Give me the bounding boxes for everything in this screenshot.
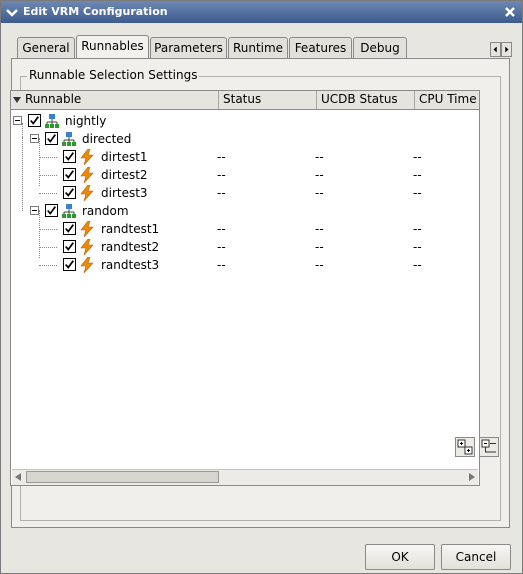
- expand-all-icon: [457, 439, 473, 455]
- checkbox-checked-icon[interactable]: [63, 258, 76, 271]
- lightning-icon: [80, 221, 94, 237]
- checkbox-checked-icon[interactable]: [63, 222, 76, 235]
- table-row[interactable]: directed: [11, 130, 479, 148]
- dialog-window: Edit VRM Configuration General Runnables…: [0, 0, 523, 574]
- cpu-time-cell: --: [413, 258, 422, 272]
- collapse-toggle[interactable]: [30, 134, 39, 143]
- scrollbar-thumb[interactable]: [26, 471, 219, 483]
- status-cell: --: [217, 240, 226, 254]
- lightning-icon: [80, 239, 94, 255]
- column-header-cpu-time[interactable]: CPU Time: [415, 91, 479, 109]
- cpu-time-cell: --: [413, 186, 422, 200]
- sort-arrow-icon[interactable]: [13, 96, 21, 104]
- table-row[interactable]: nightly: [11, 112, 479, 130]
- column-header-runnable[interactable]: Runnable: [11, 91, 219, 109]
- runnable-name: dirtest3: [101, 186, 148, 200]
- runnable-name: directed: [82, 132, 132, 146]
- cpu-time-cell: --: [413, 168, 422, 182]
- cancel-button[interactable]: Cancel: [441, 544, 511, 570]
- collapse-all-icon: [481, 439, 496, 453]
- checkbox-checked-icon[interactable]: [63, 168, 76, 181]
- cpu-time-cell: --: [413, 240, 422, 254]
- table-header: Runnable Status UCDB Status CPU Time: [11, 91, 479, 110]
- scroll-right-icon[interactable]: [465, 471, 478, 483]
- checkbox-checked-icon[interactable]: [63, 240, 76, 253]
- tab-debug-label: Debug: [360, 41, 400, 55]
- tab-scroll-left-icon[interactable]: [490, 42, 501, 57]
- table-row[interactable]: randtest2 -- -- --: [11, 238, 479, 256]
- table-row[interactable]: randtest3 -- -- --: [11, 256, 479, 274]
- tab-general[interactable]: General: [17, 37, 75, 58]
- status-cell: --: [217, 258, 226, 272]
- hierarchy-icon: [62, 204, 76, 218]
- hierarchy-icon: [62, 132, 76, 146]
- ucdb-status-cell: --: [315, 222, 324, 236]
- runnable-name: random: [82, 204, 129, 218]
- tab-features[interactable]: Features: [289, 37, 352, 58]
- table-row[interactable]: dirtest1 -- -- --: [11, 148, 479, 166]
- column-header-status[interactable]: Status: [219, 91, 317, 109]
- column-label: Status: [223, 92, 262, 106]
- runnable-name: randtest2: [101, 240, 160, 254]
- runnable-name: dirtest1: [101, 150, 148, 164]
- status-cell: --: [217, 168, 226, 182]
- tab-runtime-label: Runtime: [232, 41, 284, 55]
- checkbox-checked-icon[interactable]: [45, 132, 58, 145]
- table-row[interactable]: random: [11, 202, 479, 220]
- window-title: Edit VRM Configuration: [23, 5, 168, 18]
- table-row[interactable]: randtest1 -- -- --: [11, 220, 479, 238]
- lightning-icon: [80, 167, 94, 183]
- hierarchy-icon: [45, 114, 59, 128]
- status-cell: --: [217, 186, 226, 200]
- column-label: CPU Time: [419, 92, 477, 106]
- scroll-left-icon[interactable]: [12, 471, 25, 483]
- table-row[interactable]: dirtest2 -- -- --: [11, 166, 479, 184]
- ok-button[interactable]: OK: [365, 544, 435, 570]
- tab-features-label: Features: [294, 41, 347, 55]
- cpu-time-cell: --: [413, 222, 422, 236]
- tab-parameters[interactable]: Parameters: [150, 37, 227, 58]
- runnable-name: dirtest2: [101, 168, 148, 182]
- checkbox-checked-icon[interactable]: [45, 204, 58, 217]
- close-icon[interactable]: [502, 4, 518, 20]
- tab-general-label: General: [22, 41, 70, 55]
- runnable-name: randtest1: [101, 222, 160, 236]
- tab-parameters-label: Parameters: [154, 41, 223, 55]
- horizontal-scrollbar[interactable]: [12, 469, 478, 485]
- lightning-icon: [80, 185, 94, 201]
- column-header-ucdb-status[interactable]: UCDB Status: [317, 91, 415, 109]
- checkbox-checked-icon[interactable]: [28, 114, 41, 127]
- checkbox-checked-icon[interactable]: [63, 150, 76, 163]
- status-cell: --: [217, 150, 226, 164]
- column-label: UCDB Status: [321, 92, 398, 106]
- ucdb-status-cell: --: [315, 240, 324, 254]
- window-menu-icon[interactable]: [4, 4, 20, 20]
- collapse-toggle[interactable]: [30, 206, 39, 215]
- group-title: Runnable Selection Settings: [27, 68, 200, 82]
- ucdb-status-cell: --: [315, 186, 324, 200]
- expand-all-button[interactable]: [455, 437, 475, 457]
- title-bar[interactable]: Edit VRM Configuration: [1, 1, 522, 23]
- ucdb-status-cell: --: [315, 258, 324, 272]
- lightning-icon: [80, 149, 94, 165]
- runnable-name: randtest3: [101, 258, 160, 272]
- tab-runtime[interactable]: Runtime: [228, 37, 288, 58]
- lightning-icon: [80, 257, 94, 273]
- status-cell: --: [217, 222, 226, 236]
- cpu-time-cell: --: [413, 150, 422, 164]
- column-label: Runnable: [25, 92, 82, 106]
- collapse-all-button[interactable]: [479, 437, 499, 457]
- table-row[interactable]: dirtest3 -- -- --: [11, 184, 479, 202]
- runnable-name: nightly: [65, 114, 107, 128]
- ucdb-status-cell: --: [315, 168, 324, 182]
- tab-debug[interactable]: Debug: [353, 37, 407, 58]
- checkbox-checked-icon[interactable]: [63, 186, 76, 199]
- tab-runnables-label: Runnables: [81, 39, 144, 53]
- tab-runnables[interactable]: Runnables: [76, 35, 149, 58]
- ucdb-status-cell: --: [315, 150, 324, 164]
- tab-scroll-right-icon[interactable]: [501, 42, 512, 57]
- runnable-table: Runnable Status UCDB Status CPU Time nig…: [10, 90, 480, 486]
- collapse-toggle[interactable]: [13, 116, 22, 125]
